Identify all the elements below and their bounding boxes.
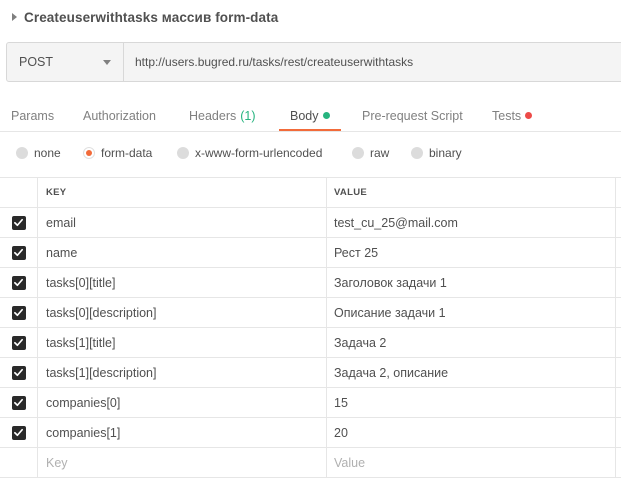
radio-binary[interactable]: binary	[411, 140, 462, 166]
table-row: tasks[1][title] Задача 2	[0, 328, 621, 358]
tab-headers[interactable]: Headers (1)	[189, 102, 256, 131]
value-input[interactable]: test_cu_25@mail.com	[327, 208, 616, 237]
url-bar: POST http://users.bugred.ru/tasks/rest/c…	[6, 42, 621, 82]
radio-label: form-data	[101, 146, 153, 160]
key-input[interactable]: tasks[0][title]	[38, 268, 327, 297]
tab-label: Body	[290, 109, 319, 123]
new-value-input[interactable]: Value	[327, 448, 616, 477]
new-key-input[interactable]: Key	[38, 448, 327, 477]
table-row: name Рест 25	[0, 238, 621, 268]
key-input[interactable]: name	[38, 238, 327, 267]
checkbox-cell	[0, 418, 38, 447]
radio-label: binary	[429, 146, 462, 160]
radio-raw[interactable]: raw	[352, 140, 389, 166]
tab-label: Headers	[189, 109, 237, 123]
tab-label: Pre-request Script	[362, 109, 463, 123]
checkbox-cell	[0, 268, 38, 297]
checkmark-icon	[14, 428, 23, 437]
radio-circle-icon	[177, 147, 189, 159]
value-input[interactable]: 20	[327, 418, 616, 447]
caret-right-icon[interactable]	[12, 13, 17, 21]
radio-x-www-form-urlencoded[interactable]: x-www-form-urlencoded	[177, 140, 322, 166]
checkmark-icon	[14, 308, 23, 317]
checkbox-cell	[0, 358, 38, 387]
checkmark-icon	[14, 398, 23, 407]
key-input[interactable]: email	[38, 208, 327, 237]
table-body: email test_cu_25@mail.com name Рест 25 tasks…	[0, 208, 621, 448]
body-type-selector: none form-data x-www-form-urlencoded raw…	[0, 140, 621, 166]
row-enabled-checkbox[interactable]	[11, 305, 26, 320]
table-row: tasks[0][description] Описание задачи 1	[0, 298, 621, 328]
table-row: email test_cu_25@mail.com	[0, 208, 621, 238]
method-select[interactable]: POST	[7, 43, 124, 81]
value-input[interactable]: Заголовок задачи 1	[327, 268, 616, 297]
method-label: POST	[19, 55, 54, 69]
tab-tests[interactable]: Tests	[492, 102, 533, 131]
row-enabled-checkbox[interactable]	[11, 335, 26, 350]
value-input[interactable]: 15	[327, 388, 616, 417]
key-input[interactable]: tasks[0][description]	[38, 298, 327, 327]
row-enabled-checkbox[interactable]	[11, 215, 26, 230]
tab-label: Authorization	[83, 109, 156, 123]
key-input[interactable]: tasks[1][description]	[38, 358, 327, 387]
tab-params[interactable]: Params	[11, 102, 54, 131]
row-enabled-checkbox[interactable]	[11, 275, 26, 290]
radio-circle-icon	[16, 147, 28, 159]
value-input[interactable]: Задача 2	[327, 328, 616, 357]
checkbox-column-header	[0, 178, 38, 207]
request-tabs: Params Authorization Headers (1) Body Pre…	[0, 102, 621, 131]
body-status-dot-icon	[322, 112, 330, 120]
radio-circle-icon	[411, 147, 423, 159]
row-enabled-checkbox[interactable]	[11, 245, 26, 260]
radio-label: raw	[370, 146, 390, 160]
tab-label: Params	[11, 109, 55, 123]
tests-status-dot-icon	[525, 112, 533, 120]
radio-label: none	[34, 146, 61, 160]
table-row: tasks[0][title] Заголовок задачи 1	[0, 268, 621, 298]
value-input[interactable]: Рест 25	[327, 238, 616, 267]
radio-circle-icon	[352, 147, 364, 159]
key-input[interactable]: companies[0]	[38, 388, 327, 417]
checkbox-cell	[0, 238, 38, 267]
value-input[interactable]: Описание задачи 1	[327, 298, 616, 327]
value-input[interactable]: Задача 2, описание	[327, 358, 616, 387]
request-title: Createuserwithtasks массив form-data	[24, 9, 279, 25]
radio-form-data[interactable]: form-data	[83, 140, 152, 166]
tab-pre-request-script[interactable]: Pre-request Script	[362, 102, 463, 131]
tab-authorization[interactable]: Authorization	[83, 102, 156, 131]
tab-label: Tests	[492, 109, 522, 123]
table-row: tasks[1][description] Задача 2, описание	[0, 358, 621, 388]
row-enabled-checkbox[interactable]	[11, 365, 26, 380]
checkmark-icon	[14, 338, 23, 347]
empty-checkbox-cell	[0, 448, 38, 477]
key-column-header: KEY	[38, 178, 327, 207]
form-data-table: KEY VALUE email test_cu_25@mail.com name Ре…	[0, 177, 621, 478]
headers-count-badge: (1)	[240, 109, 256, 123]
checkmark-icon	[14, 368, 23, 377]
chevron-down-icon	[103, 60, 111, 65]
table-row: companies[1] 20	[0, 418, 621, 448]
key-input[interactable]: companies[1]	[38, 418, 327, 447]
new-param-row: Key Value	[0, 448, 621, 478]
tabs-divider	[0, 131, 621, 132]
request-title-bar[interactable]: Createuserwithtasks массив form-data	[0, 0, 621, 34]
tab-body[interactable]: Body	[279, 102, 341, 131]
radio-selected-icon	[83, 147, 95, 159]
checkbox-cell	[0, 208, 38, 237]
url-input[interactable]: http://users.bugred.ru/tasks/rest/create…	[124, 43, 621, 81]
checkmark-icon	[14, 248, 23, 257]
checkbox-cell	[0, 388, 38, 417]
row-enabled-checkbox[interactable]	[11, 395, 26, 410]
value-column-header: VALUE	[327, 178, 616, 207]
table-row: companies[0] 15	[0, 388, 621, 418]
radio-label: x-www-form-urlencoded	[195, 146, 323, 160]
checkbox-cell	[0, 328, 38, 357]
checkbox-cell	[0, 298, 38, 327]
key-input[interactable]: tasks[1][title]	[38, 328, 327, 357]
table-header-row: KEY VALUE	[0, 178, 621, 208]
radio-none[interactable]: none	[16, 140, 61, 166]
checkmark-icon	[14, 218, 23, 227]
row-enabled-checkbox[interactable]	[11, 425, 26, 440]
checkmark-icon	[14, 278, 23, 287]
